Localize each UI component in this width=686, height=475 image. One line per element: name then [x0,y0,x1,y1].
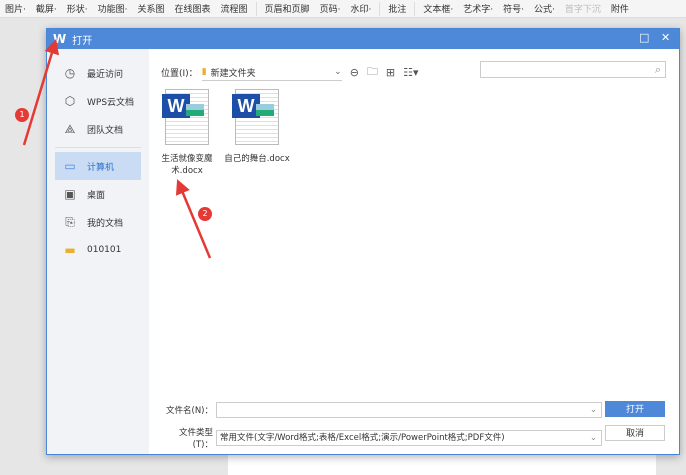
annotation-arrows [22,38,212,259]
arrow-2 [175,179,212,259]
annotation-badge-2: 2 [198,207,212,221]
annotation-badge-1: 1 [15,108,29,122]
arrow-1 [22,38,60,146]
